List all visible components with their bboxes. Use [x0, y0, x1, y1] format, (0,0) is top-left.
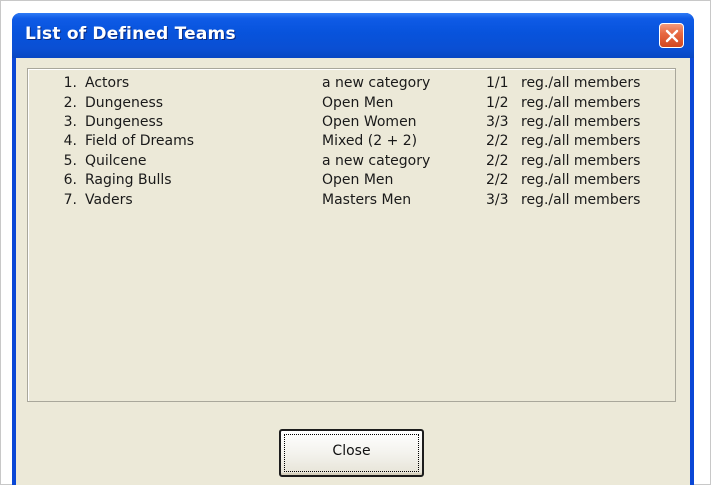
team-row[interactable]: 1. Actors a new category 1/1 reg./all me…: [28, 75, 675, 95]
team-number: 4.: [63, 133, 77, 149]
team-name: Actors: [85, 75, 130, 91]
team-category: Open Women: [322, 114, 417, 130]
title-bar[interactable]: List of Defined Teams: [12, 13, 694, 58]
close-button[interactable]: Close: [279, 429, 424, 477]
team-registered-count: 3/3: [486, 192, 509, 208]
teams-list[interactable]: 1. Actors a new category 1/1 reg./all me…: [27, 68, 676, 402]
title-close-button[interactable]: [659, 23, 684, 48]
team-category: a new category: [322, 75, 431, 91]
team-registered-count: 3/3: [486, 114, 509, 130]
team-number: 2.: [63, 95, 77, 111]
team-status: reg./all members: [521, 153, 641, 169]
team-status: reg./all members: [521, 95, 641, 111]
team-category: Masters Men: [322, 192, 412, 208]
team-status: reg./all members: [521, 114, 641, 130]
close-button-label: Close: [332, 443, 371, 459]
team-row[interactable]: 2. Dungeness Open Men 1/2 reg./all membe…: [28, 95, 675, 115]
team-category: Open Men: [322, 95, 394, 111]
team-registered-count: 1/2: [486, 95, 509, 111]
close-icon: [665, 29, 679, 43]
team-row[interactable]: 5. Quilcene a new category 2/2 reg./all …: [28, 153, 675, 173]
team-status: reg./all members: [521, 133, 641, 149]
team-number: 1.: [63, 75, 77, 91]
team-registered-count: 1/1: [486, 75, 509, 91]
window-title: List of Defined Teams: [25, 24, 236, 44]
team-registered-count: 2/2: [486, 172, 509, 188]
dialog-window: List of Defined Teams 1. Actors a new ca…: [12, 13, 694, 485]
team-category: a new category: [322, 153, 431, 169]
team-name: Raging Bulls: [85, 172, 172, 188]
team-number: 7.: [63, 192, 77, 208]
team-category: Open Men: [322, 172, 394, 188]
dialog-client-area: 1. Actors a new category 1/1 reg./all me…: [16, 58, 690, 485]
team-number: 3.: [63, 114, 77, 130]
team-registered-count: 2/2: [486, 153, 509, 169]
team-number: 5.: [63, 153, 77, 169]
team-name: Dungeness: [85, 95, 164, 111]
team-status: reg./all members: [521, 75, 641, 91]
team-registered-count: 2/2: [486, 133, 509, 149]
team-status: reg./all members: [521, 172, 641, 188]
team-name: Dungeness: [85, 114, 164, 130]
team-name: Quilcene: [85, 153, 147, 169]
team-number: 6.: [63, 172, 77, 188]
team-row[interactable]: 4. Field of Dreams Mixed (2 + 2) 2/2 reg…: [28, 133, 675, 153]
team-row[interactable]: 6. Raging Bulls Open Men 2/2 reg./all me…: [28, 172, 675, 192]
team-name: Vaders: [85, 192, 133, 208]
team-row[interactable]: 7. Vaders Masters Men 3/3 reg./all membe…: [28, 192, 675, 212]
team-status: reg./all members: [521, 192, 641, 208]
team-category: Mixed (2 + 2): [322, 133, 418, 149]
team-row[interactable]: 3. Dungeness Open Women 3/3 reg./all mem…: [28, 114, 675, 134]
team-name: Field of Dreams: [85, 133, 195, 149]
